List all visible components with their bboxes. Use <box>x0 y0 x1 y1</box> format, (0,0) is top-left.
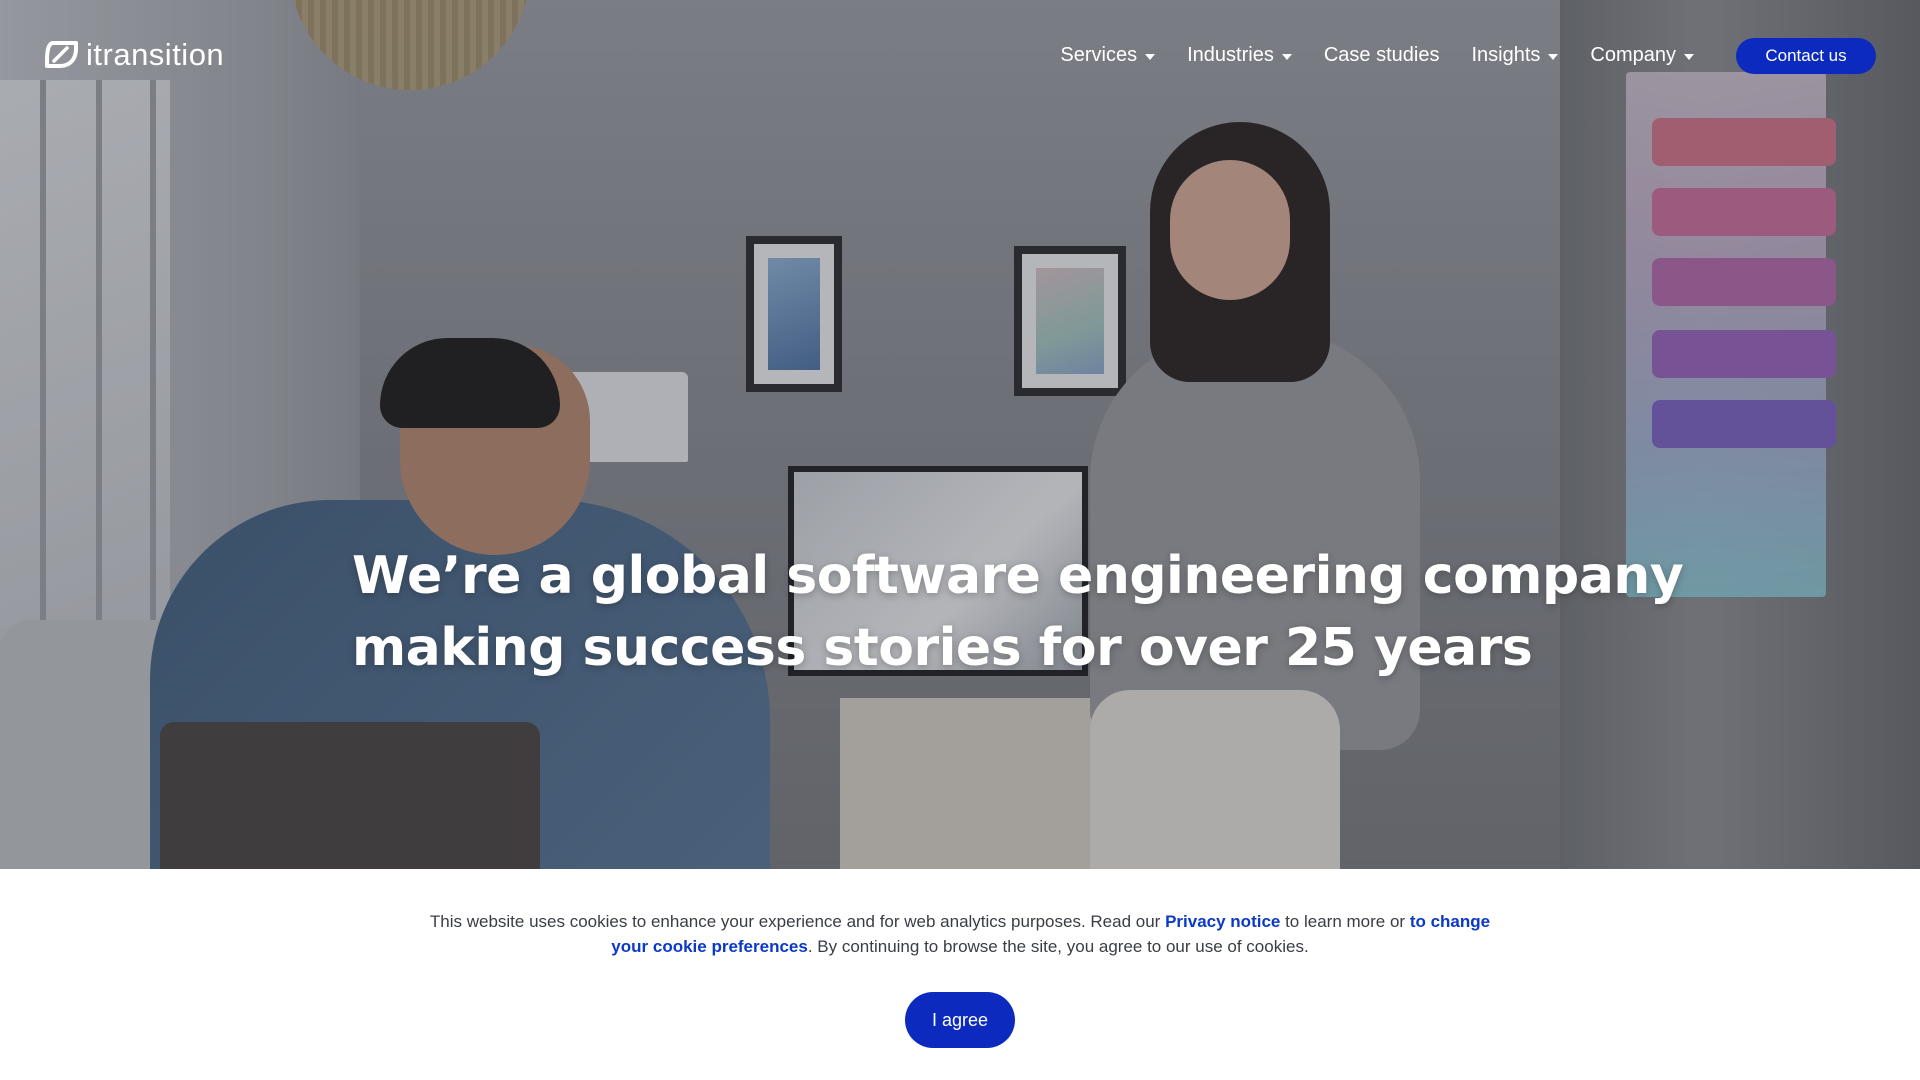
hero-section: We’re a global software engineering comp… <box>0 0 1920 869</box>
hero-overlay <box>0 0 1920 869</box>
main-menu: Services Industries Case studies Insight… <box>1028 40 1694 70</box>
leaf-loop-logo-icon <box>45 41 78 68</box>
nav-item-company[interactable]: Company <box>1590 44 1694 67</box>
site-logo[interactable]: itransition <box>44 36 224 72</box>
agree-button[interactable]: I agree <box>905 992 1015 1048</box>
nav-item-services[interactable]: Services <box>1060 44 1156 67</box>
caret-down-icon <box>1548 53 1559 60</box>
caret-down-icon <box>1145 53 1156 60</box>
cookie-banner: This website uses cookies to enhance you… <box>0 869 1920 1080</box>
cookie-message: This website uses cookies to enhance you… <box>429 912 1491 956</box>
caret-down-icon <box>1281 53 1292 60</box>
nav-item-industries[interactable]: Industries <box>1187 44 1292 67</box>
top-navigation: itransition Services Industries Case stu… <box>0 0 1920 110</box>
hero-headline-line-1: We’re a global software engineering comp… <box>352 546 1684 606</box>
nav-item-case-studies[interactable]: Case studies <box>1324 44 1440 67</box>
nav-item-insights[interactable]: Insights <box>1471 44 1559 67</box>
hero-headline: We’re a global software engineering comp… <box>352 540 1684 684</box>
privacy-notice-link[interactable]: Privacy notice <box>1165 912 1280 931</box>
hero-headline-line-2: making success stories for over 25 years <box>352 618 1533 678</box>
contact-us-button[interactable]: Contact us <box>1736 38 1876 74</box>
caret-down-icon <box>1684 53 1694 60</box>
brand-name: itransition <box>86 36 225 72</box>
